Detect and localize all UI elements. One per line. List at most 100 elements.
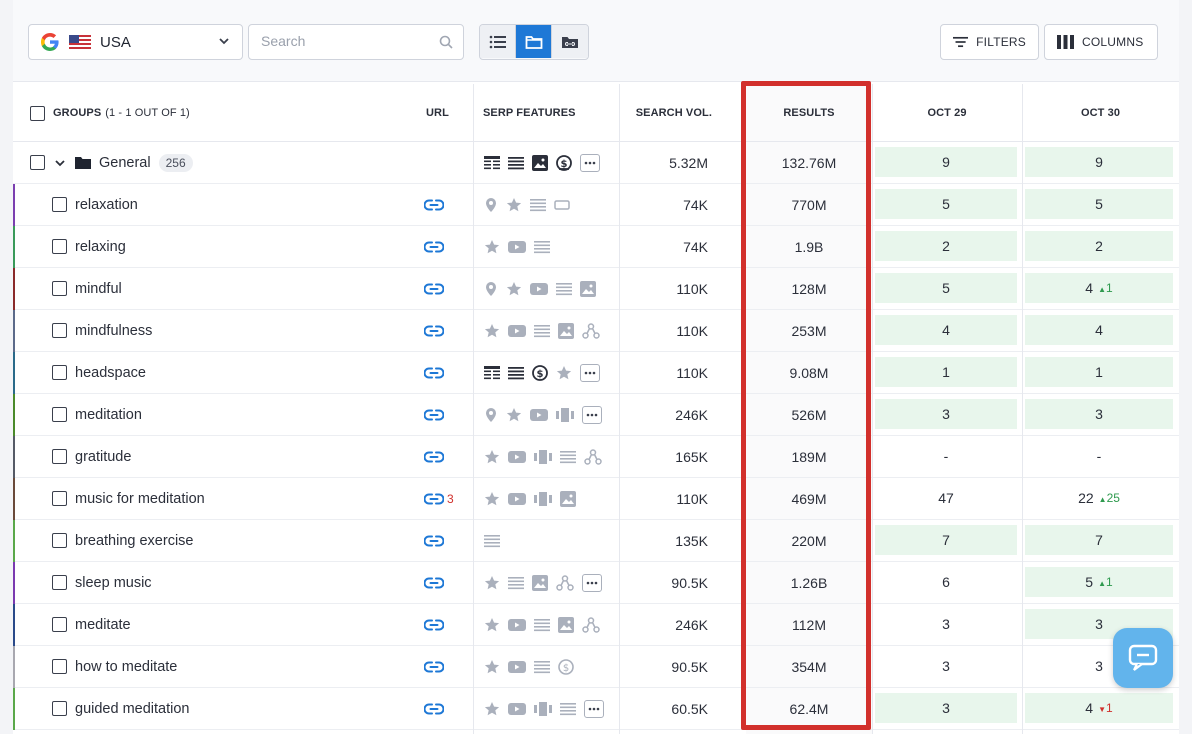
rank-cell-oct29: 7 — [875, 525, 1017, 555]
link-icon[interactable] — [424, 661, 444, 673]
country-select[interactable]: USA — [28, 24, 243, 60]
row-checkbox[interactable] — [52, 659, 67, 674]
serp-features-cell — [484, 604, 600, 645]
row-checkbox[interactable] — [52, 365, 67, 380]
table-row[interactable]: headspace $ 110K 9.08M 1 1 — [13, 352, 1179, 394]
more-icon[interactable] — [580, 363, 600, 382]
search-volume-header[interactable]: SEARCH VOL. — [619, 84, 712, 142]
group-row[interactable]: General 256 $ 5.32M 132.76M 9 9 — [13, 142, 1179, 184]
link-icon[interactable] — [424, 199, 444, 211]
keyword-cell: mindfulness — [52, 310, 152, 351]
row-checkbox[interactable] — [52, 449, 67, 464]
link-icon[interactable] — [424, 367, 444, 379]
table-row[interactable]: mindfulness 110K 253M 4 4 — [13, 310, 1179, 352]
chevron-down-icon[interactable] — [54, 157, 66, 169]
linked-folder-view-button[interactable] — [552, 25, 588, 58]
row-checkbox[interactable] — [52, 533, 67, 548]
results-header[interactable]: RESULTS — [746, 84, 872, 142]
table-row[interactable]: meditation 246K 526M 3 3 — [13, 394, 1179, 436]
url-cell — [424, 184, 444, 225]
dollar-icon: $ — [558, 658, 574, 675]
results-cell: 128M — [791, 280, 827, 297]
row-checkbox[interactable] — [52, 281, 67, 296]
search-volume-cell: 246K — [675, 616, 708, 633]
link-icon[interactable] — [424, 493, 444, 505]
table-row[interactable]: breathing exercise 135K 220M 7 7 — [13, 520, 1179, 562]
link-icon[interactable] — [424, 703, 444, 715]
columns-button[interactable]: COLUMNS — [1044, 24, 1158, 60]
row-checkbox[interactable] — [52, 407, 67, 422]
list-view-button[interactable] — [480, 25, 516, 58]
url-header[interactable]: URL — [426, 84, 449, 142]
table-row[interactable]: mindful 110K 128M 5 4 ▲1 — [13, 268, 1179, 310]
more-icon[interactable] — [582, 573, 602, 592]
table-row[interactable]: how to meditate $ 90.5K 354M 3 3 — [13, 646, 1179, 688]
link-icon[interactable] — [424, 619, 444, 631]
link-icon[interactable] — [424, 409, 444, 421]
link-icon[interactable] — [424, 241, 444, 253]
group-color-stripe — [13, 436, 15, 478]
table-icon — [484, 365, 500, 380]
link-icon[interactable] — [424, 283, 444, 295]
table-row[interactable]: relaxing 74K 1.9B 2 2 — [13, 226, 1179, 268]
rank-cell-oct30: 4 ▼1 — [1025, 693, 1173, 723]
group-color-stripe — [13, 268, 15, 310]
google-icon — [41, 33, 59, 51]
us-flag-icon — [69, 35, 91, 49]
table-row[interactable]: guided meditation 60.5K 62.4M 3 4 ▼1 — [13, 688, 1179, 730]
results-cell: 112M — [792, 616, 826, 633]
carousel-icon — [534, 449, 552, 464]
star-icon — [556, 365, 572, 381]
groups-header: GROUPS (1 - 1 OUT OF 1) — [30, 84, 190, 142]
svg-text:$: $ — [563, 663, 569, 674]
rank-cell-oct29: 6 — [942, 574, 950, 590]
url-cell: 3 — [424, 478, 454, 519]
select-all-checkbox[interactable] — [30, 105, 45, 121]
groups-count-label: (1 - 1 OUT OF 1) — [105, 107, 190, 119]
table-row[interactable]: relaxation 74K 770M 5 5 — [13, 184, 1179, 226]
rank-cell-oct29: 1 — [875, 357, 1017, 387]
svg-text:$: $ — [537, 369, 544, 380]
group-checkbox[interactable] — [30, 155, 45, 170]
search-icon[interactable] — [439, 35, 453, 49]
more-icon[interactable] — [582, 405, 602, 424]
link-icon[interactable] — [424, 577, 444, 589]
carousel-icon — [556, 407, 574, 422]
more-icon[interactable] — [584, 699, 604, 718]
row-checkbox[interactable] — [52, 617, 67, 632]
row-checkbox[interactable] — [52, 701, 67, 716]
link-icon[interactable] — [424, 451, 444, 463]
keyword-cell: relaxing — [52, 226, 126, 267]
table-row[interactable]: music for meditation 3 110K 469M 47 22 ▲2… — [13, 478, 1179, 520]
table-row[interactable]: gratitude 165K 189M - - — [13, 436, 1179, 478]
rank-value: 1 — [1095, 364, 1103, 380]
serp-features-header[interactable]: SERP FEATURES — [483, 84, 576, 142]
more-icon[interactable] — [580, 153, 600, 172]
table-row[interactable]: meditate 246K 112M 3 3 — [13, 604, 1179, 646]
video-icon — [508, 492, 526, 506]
chat-button[interactable] — [1113, 628, 1173, 688]
oct29-header[interactable]: OCT 29 — [872, 84, 1022, 142]
list-icon — [534, 324, 550, 338]
link-icon[interactable] — [424, 325, 444, 337]
dollar-icon: $ — [556, 154, 572, 171]
folder-view-button[interactable] — [516, 25, 552, 58]
row-checkbox[interactable] — [52, 323, 67, 338]
results-cell: 132.76M — [781, 154, 837, 171]
table-row[interactable]: sleep music 90.5K 1.26B 6 5 ▲1 — [13, 562, 1179, 604]
search-input[interactable] — [261, 25, 431, 57]
link-icon[interactable] — [424, 535, 444, 547]
row-checkbox[interactable] — [52, 197, 67, 212]
oct30-header[interactable]: OCT 30 — [1022, 84, 1179, 142]
row-checkbox[interactable] — [52, 239, 67, 254]
row-checkbox[interactable] — [52, 491, 67, 506]
folder-link-icon — [562, 36, 578, 48]
keyword-label: meditation — [75, 406, 142, 423]
rank-cell-oct29: 3 — [875, 693, 1017, 723]
group-color-stripe — [13, 604, 15, 646]
filters-button[interactable]: FILTERS — [940, 24, 1039, 60]
rank-delta: ▼1 — [1098, 701, 1113, 715]
video-icon — [508, 324, 526, 338]
list-icon — [534, 618, 550, 632]
row-checkbox[interactable] — [52, 575, 67, 590]
